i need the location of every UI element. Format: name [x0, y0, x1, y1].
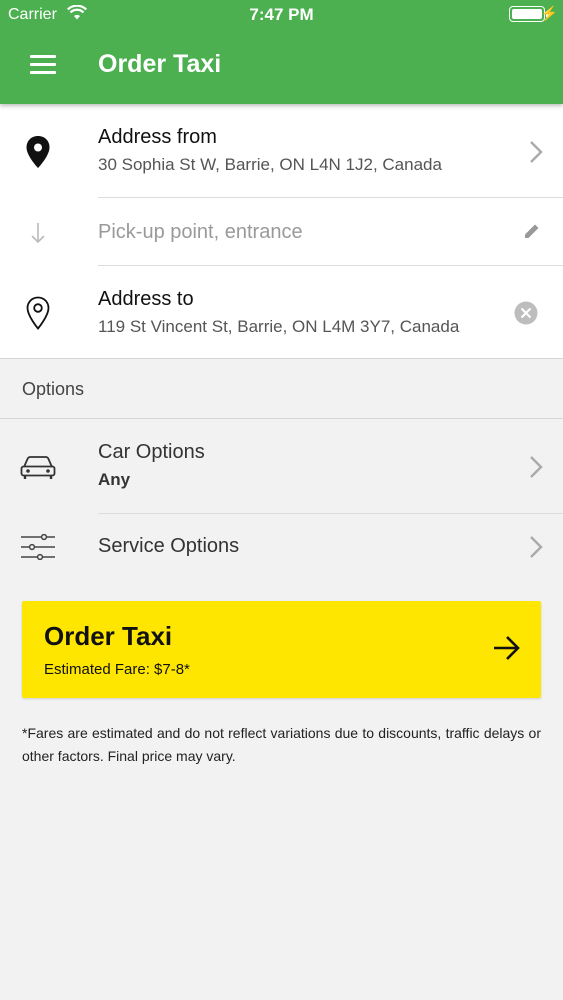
- address-from-title: Address from: [98, 126, 217, 148]
- car-options-title: Car Options: [98, 441, 205, 463]
- chevron-right-icon: [529, 140, 543, 169]
- car-icon: [20, 454, 56, 485]
- sliders-icon: [20, 533, 56, 565]
- chevron-right-icon: [529, 535, 543, 564]
- address-to-title: Address to: [98, 288, 194, 310]
- service-options-title: Service Options: [98, 535, 240, 557]
- edit-pencil-icon[interactable]: [523, 222, 541, 245]
- menu-icon[interactable]: [30, 55, 56, 75]
- order-taxi-label: Order Taxi: [44, 621, 173, 651]
- options-header-label: Options: [22, 379, 85, 399]
- top-app-bar: Carrier 7:47 PM ⚡ Order Taxi: [0, 0, 563, 104]
- estimated-fare: Estimated Fare: $7-8*: [44, 661, 190, 678]
- status-bar: Carrier 7:47 PM ⚡: [0, 0, 563, 28]
- address-from-row[interactable]: Address from 30 Sophia St W, Barrie, ON …: [0, 104, 563, 198]
- pin-filled-icon: [25, 135, 51, 174]
- service-options-row[interactable]: Service Options: [0, 514, 563, 580]
- address-card: Address from 30 Sophia St W, Barrie, ON …: [0, 104, 563, 359]
- car-options-value: Any: [98, 470, 131, 489]
- chevron-right-icon: [529, 455, 543, 484]
- charging-icon: ⚡: [540, 5, 558, 21]
- options-section-header: Options: [0, 359, 563, 419]
- order-taxi-button[interactable]: Order Taxi Estimated Fare: $7-8*: [22, 601, 541, 698]
- fare-disclaimer: *Fares are estimated and do not reflect …: [22, 725, 541, 764]
- clear-icon[interactable]: [514, 301, 538, 330]
- car-options-row[interactable]: Car Options Any: [0, 420, 563, 514]
- page-title: Order Taxi: [98, 50, 222, 78]
- arrow-down-icon: [30, 222, 46, 249]
- address-from-value: 30 Sophia St W, Barrie, ON L4N 1J2, Cana…: [98, 155, 442, 174]
- address-to-value: 119 St Vincent St, Barrie, ON L4M 3Y7, C…: [98, 317, 460, 336]
- address-to-row[interactable]: Address to 119 St Vincent St, Barrie, ON…: [0, 266, 563, 359]
- clock-label: 7:47 PM: [249, 5, 314, 24]
- arrow-right-icon: [493, 635, 521, 666]
- pickup-point-row[interactable]: Pick-up point, entrance: [0, 198, 563, 266]
- pickup-point-placeholder: Pick-up point, entrance: [98, 221, 303, 243]
- pin-outline-icon: [26, 296, 50, 335]
